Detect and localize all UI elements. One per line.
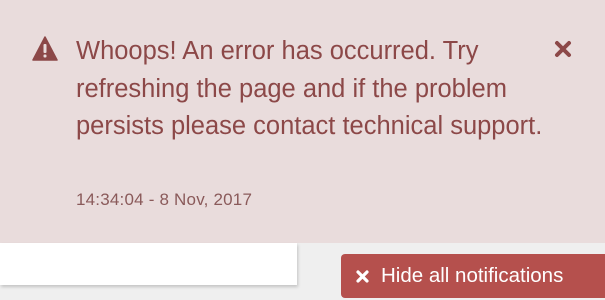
content-panel [0,243,297,285]
close-icon [356,270,369,283]
warning-icon [32,36,58,61]
notification-message: Whoops! An error has occurred. Try refre… [76,37,543,140]
error-notification: Whoops! An error has occurred. Try refre… [0,0,605,243]
hide-all-notifications-label: Hide all notifications [381,264,564,287]
notification-timestamp: 14:34:04 - 8 Nov, 2017 [76,190,253,209]
hide-all-notifications-button[interactable]: Hide all notifications [341,254,605,298]
close-icon[interactable] [554,40,572,58]
